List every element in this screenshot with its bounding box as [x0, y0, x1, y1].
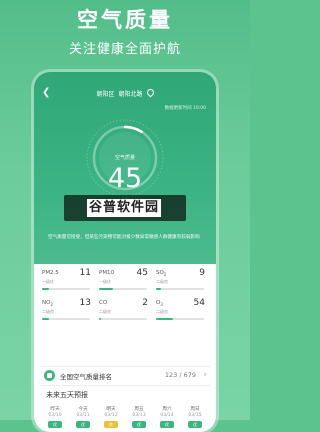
pollutant-level: 二级良: [99, 309, 111, 314]
forecast-aqi-badge: 优: [132, 421, 146, 428]
pollutant-value: 54: [193, 298, 205, 308]
pollutant-bar: [99, 288, 147, 290]
pollutant-level: 一级优: [99, 279, 111, 284]
forecast-day-name: 今天: [78, 407, 88, 412]
forecast-day[interactable]: 今天 03/11 优: [70, 406, 96, 428]
pollutant-bar-fill: [42, 288, 50, 290]
pollutant-grid: PM2.5 一级优 11 PM10 一级优 45 SO2 二级良 9 NO2 二级良 13 CO 二级良 2…: [42, 268, 208, 354]
location-selector[interactable]: 朝阳区 朝阳北路: [34, 87, 216, 98]
pollutant-name: CO: [99, 300, 108, 306]
forecast-title: 未来五天预报: [46, 391, 88, 399]
forecast-day[interactable]: 周六 03/14 优: [154, 406, 180, 428]
street-label: 朝阳北路: [118, 91, 143, 98]
location-pin-icon: [145, 87, 155, 98]
pollutant-cell[interactable]: PM10 一级优 45: [99, 268, 151, 290]
forecast-day[interactable]: 周五 03/13 优: [126, 406, 152, 428]
forecast-day[interactable]: 明天 03/12 良: [98, 406, 124, 428]
forecast-strip: 昨天 03/10 优 今天 03/11 优 明天 03/12 良 周五 03/13 优 周六 03/14 优…: [42, 406, 210, 432]
forecast-aqi-badge: 优: [188, 421, 202, 428]
pollutant-name: PM2.5: [42, 270, 59, 276]
aqi-value: 45: [107, 163, 143, 194]
forecast-day-date: 03/15: [188, 413, 202, 418]
forecast-aqi-badge: 良: [104, 421, 118, 428]
forecast-day-name: 昨天: [50, 407, 60, 412]
ranking-title: 全国空气质量排名: [60, 373, 112, 381]
pollutant-level: 二级良: [156, 309, 168, 314]
ranking-icon: [44, 370, 55, 381]
watermark-logo: 谷普软件园: [86, 199, 161, 217]
pollutant-level: 一级优: [42, 279, 54, 284]
pollutant-cell[interactable]: PM2.5 一级优 11: [42, 268, 94, 290]
forecast-day-date: 03/12: [104, 413, 118, 418]
pollutant-subscript: 3: [160, 302, 163, 308]
district-label: 朝阳区: [96, 91, 115, 98]
health-advice: 空气质量可接受，但某些污染物可能对极少数异常敏感人群健康有较弱影响: [48, 235, 200, 240]
pollutant-bar-fill: [99, 318, 102, 320]
forecast-day[interactable]: 周日 03/15 优: [182, 406, 208, 428]
ranking-value: 123 / 679: [164, 371, 196, 379]
forecast-day[interactable]: 昨天 03/10 优: [42, 406, 68, 428]
pollutant-cell[interactable]: O3 二级良 54: [156, 298, 208, 320]
forecast-aqi-badge: 优: [160, 421, 174, 428]
forecast-day-name: 明天: [106, 407, 116, 412]
pollutant-name: O3: [156, 300, 163, 308]
aqi-hero-panel: ❮ 朝阳区朝阳北路 数据更新时间 10:00 空气质量 45 优 空气质量可接受…: [34, 72, 216, 264]
forecast-day-name: 周六: [162, 407, 172, 412]
pollutant-bar: [99, 318, 147, 320]
pollutant-name: NO2: [42, 300, 53, 308]
chevron-right-icon: ›: [203, 370, 207, 380]
pollutant-level: 二级良: [156, 279, 168, 284]
forecast-day-date: 03/11: [76, 413, 90, 418]
aqi-label: 空气质量: [114, 155, 135, 161]
forecast-day-date: 03/14: [160, 413, 174, 418]
phone-screen: ❮ 朝阳区朝阳北路 数据更新时间 10:00 空气质量 45 优 空气质量可接受…: [34, 72, 216, 432]
pollutant-name: SO2: [156, 270, 167, 278]
pollutant-cell[interactable]: CO 二级良 2: [99, 298, 151, 320]
promo-title: 空气质量: [77, 8, 173, 32]
forecast-aqi-badge: 优: [48, 421, 62, 428]
national-ranking-row[interactable]: 全国空气质量排名 123 / 679 ›: [40, 366, 210, 386]
pollutant-value: 11: [79, 268, 91, 278]
pollutant-subscript: 2: [163, 272, 167, 278]
pollutant-value: 45: [136, 268, 148, 278]
pollutant-level: 二级良: [42, 309, 54, 314]
pollutant-cell[interactable]: SO2 二级良 9: [156, 268, 208, 290]
pollutant-cell[interactable]: NO2 二级良 13: [42, 298, 94, 320]
pollutant-bar-fill: [42, 318, 50, 320]
pollutant-bar-fill: [99, 288, 114, 290]
pollutant-bar-fill: [156, 318, 173, 320]
pollutant-value: 9: [199, 268, 205, 278]
forecast-day-date: 03/10: [48, 413, 62, 418]
pollutant-value: 2: [142, 298, 148, 308]
pollutant-subscript: 2: [50, 302, 53, 308]
forecast-aqi-badge: 优: [76, 421, 90, 428]
pollutant-value: 13: [79, 298, 91, 308]
forecast-day-name: 周五: [134, 407, 144, 412]
pollutant-bar: [156, 288, 204, 290]
pollutant-name: PM10: [99, 270, 115, 276]
pollutant-bar: [156, 318, 204, 320]
pollutant-bar: [42, 318, 90, 320]
pollutant-bar-fill: [156, 288, 161, 290]
site-watermark: 谷普软件园: [64, 195, 186, 221]
pollutant-bar: [42, 288, 90, 290]
update-time: 数据更新时间 10:00: [164, 106, 206, 111]
forecast-day-name: 周日: [190, 407, 200, 412]
promo-subtitle: 关注健康全面护航: [68, 42, 181, 57]
forecast-day-date: 03/13: [132, 413, 146, 418]
